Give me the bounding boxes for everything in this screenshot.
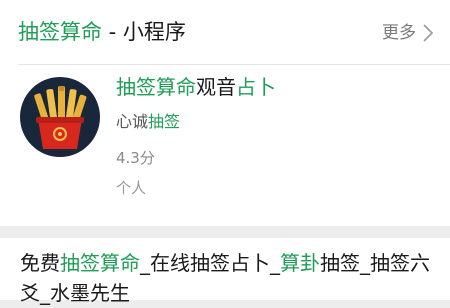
article-title[interactable]: 免费抽签算命_在线抽签占卜_算卦抽签_抽签六爻_水墨先生 — [20, 248, 435, 308]
article-result[interactable]: 免费抽签算命_在线抽签占卜_算卦抽签_抽签六爻_水墨先生 — [0, 238, 450, 305]
card-header: 抽签算命 - 小程序 更多 — [0, 0, 450, 64]
section-title-suffix: - 小程序 — [102, 20, 186, 44]
mini-program-description: 心诚抽签 — [116, 111, 180, 133]
article-title-keyword: 算卦 — [280, 251, 320, 275]
section-title-keyword: 抽签算命 — [18, 20, 102, 44]
account-type: 个人 — [116, 179, 147, 197]
article-title-keyword: 抽签算命 — [60, 251, 140, 275]
chevron-right-icon — [423, 24, 434, 42]
article-title-segment: 免费 — [20, 251, 60, 275]
mini-program-name[interactable]: 抽签算命观音占卜 — [116, 74, 276, 100]
article-title-segment: _在线抽签占卜_ — [140, 251, 280, 275]
more-label: 更多 — [382, 23, 416, 43]
fortune-sticks-cup-icon[interactable] — [20, 77, 100, 157]
mini-program-result[interactable]: 抽签算命观音占卜 心诚抽签 4.3分 个人 — [0, 65, 450, 225]
name-plain: 观音 — [196, 75, 236, 99]
name-keyword-2: 占卜 — [236, 75, 276, 99]
desc-keyword: 抽签 — [148, 112, 181, 131]
mini-program-card: 抽签算命 - 小程序 更多 抽签算命观音占卜 心诚抽签 4.3分 个人 — [0, 0, 450, 226]
name-keyword-1: 抽签算命 — [116, 75, 196, 99]
section-title: 抽签算命 - 小程序 — [18, 19, 186, 45]
more-button[interactable]: 更多 — [382, 22, 434, 44]
desc-plain: 心诚 — [116, 112, 149, 131]
rating-text: 4.3分 — [116, 149, 155, 167]
